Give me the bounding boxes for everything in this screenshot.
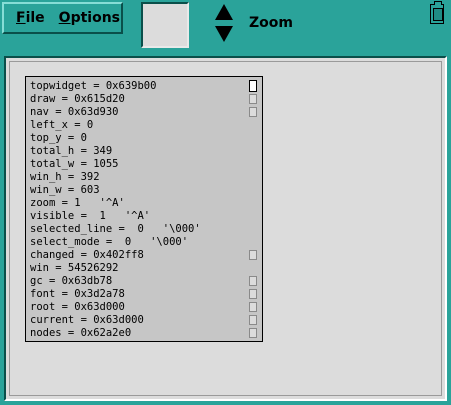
menu-options-mnemonic: O	[58, 10, 71, 26]
pointer-marker-icon[interactable]	[249, 315, 257, 325]
variable-row[interactable]: select_mode = 0 '\000'	[30, 236, 188, 249]
zoom-arrow-buttons	[215, 4, 237, 46]
menu-options-label: ptions	[70, 10, 121, 26]
variable-row[interactable]: total_w = 1055	[30, 158, 119, 171]
variable-list[interactable]: topwidget = 0x639b00 draw = 0x615d20 nav =…	[25, 76, 263, 342]
pointer-marker-icon[interactable]	[249, 276, 257, 286]
zoom-in-arrow-icon[interactable]	[215, 4, 233, 20]
menu-file-mnemonic: F	[16, 10, 26, 26]
variable-row[interactable]: current = 0x63d000	[30, 314, 144, 327]
variable-row[interactable]: nodes = 0x62a2e0	[30, 327, 131, 340]
pointer-marker-icon[interactable]	[249, 107, 257, 117]
variable-row[interactable]: topwidget = 0x639b00	[30, 80, 156, 93]
variable-row[interactable]: gc = 0x63db78	[30, 275, 112, 288]
pointer-marker-icon[interactable]	[249, 94, 257, 104]
variable-row[interactable]: left_x = 0	[30, 119, 93, 132]
variable-row[interactable]: draw = 0x615d20	[30, 93, 125, 106]
zoom-label: Zoom	[249, 15, 293, 31]
menu-file[interactable]: File	[16, 10, 45, 26]
pointer-marker-icon[interactable]	[249, 289, 257, 299]
variable-row[interactable]: root = 0x63d000	[30, 301, 125, 314]
pointer-marker-icon[interactable]	[249, 80, 257, 92]
variable-row[interactable]: selected_line = 0 '\000'	[30, 223, 201, 236]
variable-row[interactable]: changed = 0x402ff8	[30, 249, 144, 262]
pointer-marker-icon[interactable]	[249, 302, 257, 312]
zoom-out-arrow-icon[interactable]	[215, 26, 233, 42]
variable-row[interactable]: win_h = 392	[30, 171, 100, 184]
menu-file-label: ile	[25, 10, 45, 26]
pointer-marker-icon[interactable]	[249, 250, 257, 260]
menu-options[interactable]: Options	[59, 10, 120, 26]
pointer-marker-icon[interactable]	[249, 328, 257, 338]
variable-row[interactable]: font = 0x3d2a78	[30, 288, 125, 301]
variable-row[interactable]: top_y = 0	[30, 132, 87, 145]
preview-pane[interactable]	[141, 2, 189, 48]
variable-row[interactable]: visible = 1 '^A'	[30, 210, 150, 223]
variable-row[interactable]: win_w = 603	[30, 184, 100, 197]
variable-row[interactable]: total_h = 349	[30, 145, 112, 158]
variable-row[interactable]: win = 54526292	[30, 262, 119, 275]
menu-bar: File Options	[2, 2, 123, 34]
variable-row[interactable]: zoom = 1 '^A'	[30, 197, 125, 210]
window-menu-icon[interactable]	[430, 1, 444, 24]
variable-row[interactable]: nav = 0x63d930	[30, 106, 119, 119]
